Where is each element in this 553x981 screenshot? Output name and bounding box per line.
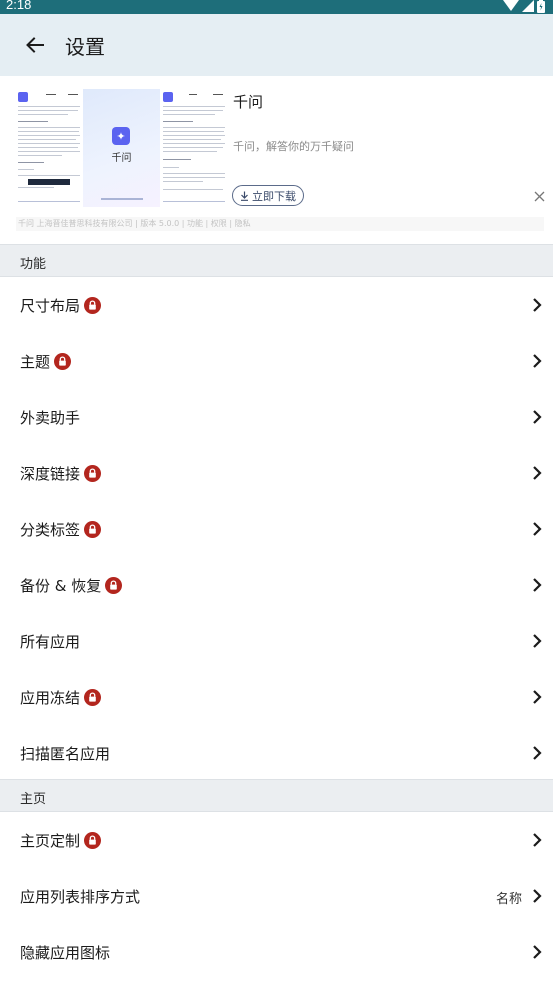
- settings-item-label: 外卖助手: [20, 409, 81, 427]
- lock-icon: [105, 577, 123, 594]
- back-button[interactable]: [22, 33, 48, 57]
- section-header-home: 主页: [0, 779, 553, 812]
- settings-item-label: 深度链接: [20, 465, 81, 483]
- lock-icon: [54, 353, 72, 370]
- page-title: 设置: [65, 35, 105, 59]
- section-title: 功能: [20, 257, 47, 272]
- download-button[interactable]: 立即下载: [232, 185, 304, 206]
- settings-item-label: 应用冻结: [20, 689, 81, 707]
- chevron-right-icon: [533, 522, 542, 536]
- status-time: 2:18: [6, 0, 32, 12]
- settings-item-all-apps[interactable]: 所有应用: [0, 613, 553, 669]
- chevron-right-icon: [533, 833, 542, 847]
- section-header-features: 功能: [0, 244, 553, 277]
- chevron-right-icon: [533, 746, 542, 760]
- lock-icon: [84, 832, 102, 849]
- chevron-right-icon: [533, 889, 542, 903]
- close-icon: [534, 191, 544, 201]
- status-icons: [503, 0, 545, 14]
- wifi-icon: [503, 0, 519, 11]
- ad-screenshot-center: ✦ 千问: [83, 89, 160, 207]
- settings-item-label: 分类标签: [20, 521, 81, 539]
- settings-item-app-freeze[interactable]: 应用冻结: [0, 669, 553, 725]
- settings-item-label: 隐藏应用图标: [20, 944, 111, 962]
- ad-banner[interactable]: ✦ 千问 千问 千问，解答你的万千疑问 立即下载 千问 上海晋佳普思科技有限公司…: [0, 76, 553, 244]
- settings-item-size-layout[interactable]: 尺寸布局: [0, 277, 553, 333]
- settings-item-label: 尺寸布局: [20, 297, 81, 315]
- settings-item-hide-app-icons[interactable]: 隐藏应用图标: [0, 924, 553, 980]
- ad-screenshot: [161, 89, 227, 207]
- settings-item-deep-links[interactable]: 深度链接: [0, 445, 553, 501]
- chevron-right-icon: [533, 466, 542, 480]
- settings-item-label: 备份 & 恢复: [20, 577, 102, 595]
- chevron-right-icon: [533, 578, 542, 592]
- lock-icon: [84, 521, 102, 538]
- sort-order-value: 名称: [495, 892, 522, 907]
- settings-item-scan-anonymous-apps[interactable]: 扫描匿名应用: [0, 725, 553, 781]
- download-button-label: 立即下载: [252, 189, 296, 203]
- ad-screenshot: [16, 89, 82, 207]
- chevron-right-icon: [533, 634, 542, 648]
- app-bar: 设置: [0, 14, 553, 76]
- ad-info-text: 千问 上海晋佳普思科技有限公司 | 版本 5.0.0 | 功能 | 权限 | 隐…: [16, 217, 544, 231]
- settings-item-label: 主题: [20, 353, 51, 371]
- lock-icon: [84, 297, 102, 314]
- settings-item-category-tags[interactable]: 分类标签: [0, 501, 553, 557]
- settings-item-label: 扫描匿名应用: [20, 745, 111, 763]
- ad-description: 千问，解答你的万千疑问: [233, 140, 354, 153]
- status-bar: 2:18: [0, 0, 553, 14]
- settings-item-backup-restore[interactable]: 备份 & 恢复: [0, 557, 553, 613]
- arrow-left-icon: [26, 37, 44, 53]
- chevron-right-icon: [533, 298, 542, 312]
- settings-item-label: 所有应用: [20, 633, 81, 651]
- ad-screenshot-app-name: 千问: [111, 153, 132, 164]
- settings-item-label: 主页定制: [20, 832, 81, 850]
- settings-item-label: 应用列表排序方式: [20, 888, 141, 906]
- lock-icon: [84, 465, 102, 482]
- lock-icon: [84, 689, 102, 706]
- settings-item-theme[interactable]: 主题: [0, 333, 553, 389]
- ad-title: 千问: [233, 93, 264, 111]
- close-ad-button[interactable]: [531, 188, 547, 204]
- chevron-right-icon: [533, 945, 542, 959]
- settings-item-app-list-sort[interactable]: 应用列表排序方式 名称: [0, 868, 553, 924]
- chevron-right-icon: [533, 354, 542, 368]
- settings-item-home-customize[interactable]: 主页定制: [0, 812, 553, 868]
- signal-icon: [522, 0, 534, 12]
- chevron-right-icon: [533, 410, 542, 424]
- section-title: 主页: [20, 792, 47, 807]
- battery-icon: [537, 0, 545, 13]
- settings-item-delivery-assistant[interactable]: 外卖助手: [0, 389, 553, 445]
- chevron-right-icon: [533, 690, 542, 704]
- download-icon: [241, 191, 248, 201]
- app-logo-icon: ✦: [112, 127, 130, 145]
